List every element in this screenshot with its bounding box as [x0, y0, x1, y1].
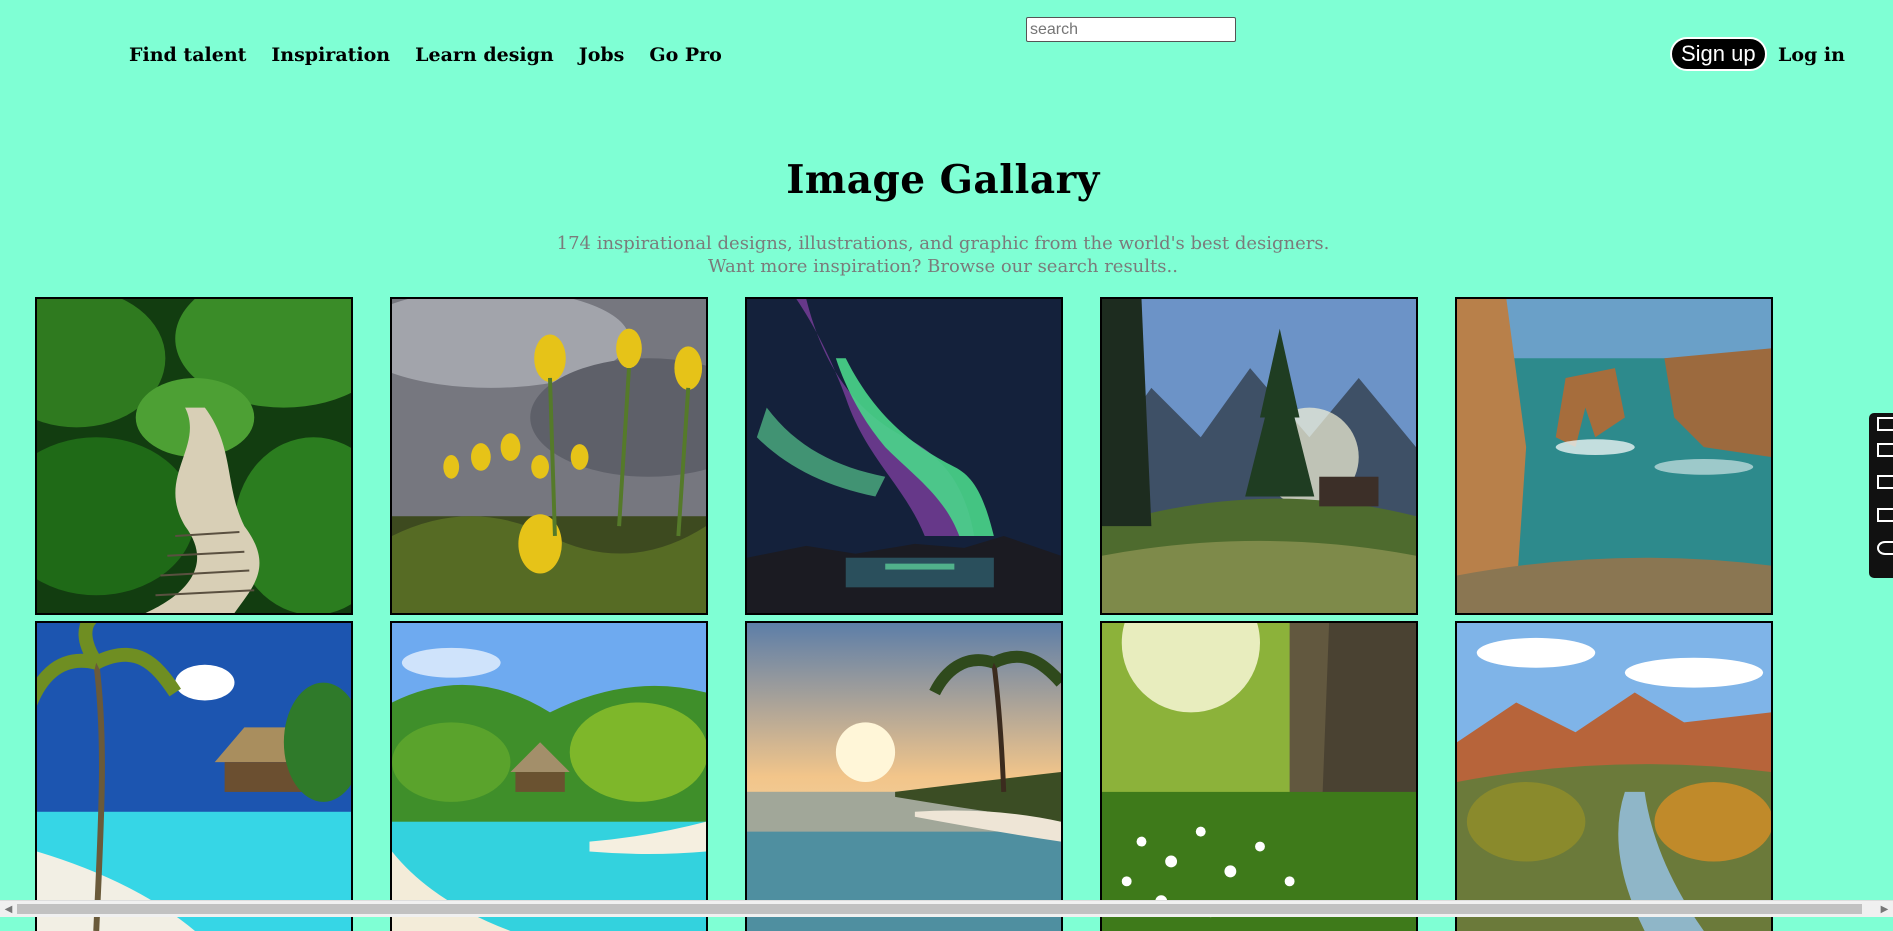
scrollbar-thumb[interactable]	[17, 904, 1862, 914]
nav-go-pro[interactable]: Go Pro	[649, 44, 721, 66]
signup-button[interactable]: Sign up	[1670, 37, 1767, 71]
gallery-image-sunlit-meadow-flowers[interactable]	[1100, 621, 1418, 931]
horizontal-scrollbar[interactable]: ◀ ▶	[0, 900, 1893, 917]
nav-find-talent[interactable]: Find talent	[129, 44, 246, 66]
description-line-2: Want more inspiration? Browse our search…	[708, 256, 1178, 277]
scroll-right-icon[interactable]: ▶	[1876, 901, 1893, 918]
side-toolbar	[1869, 413, 1893, 578]
screen-icon[interactable]	[1877, 508, 1893, 522]
main-nav: Find talent Inspiration Learn design Job…	[129, 44, 722, 66]
gallery-image-mountain-meadow-tree[interactable]	[1100, 297, 1418, 615]
gallery-image-sunset-beach-palms[interactable]	[745, 621, 1063, 931]
search-input[interactable]	[1026, 17, 1236, 42]
gallery-image-lagoon-palm-island[interactable]	[390, 621, 708, 931]
nav-jobs[interactable]: Jobs	[579, 44, 625, 66]
settings-icon[interactable]	[1877, 417, 1893, 431]
scroll-left-icon[interactable]: ◀	[0, 901, 17, 918]
description-line-1: 174 inspirational designs, illustrations…	[556, 233, 1330, 254]
gallery-image-jungle-boardwalk[interactable]	[35, 297, 353, 615]
gallery-image-yellow-tulips[interactable]	[390, 297, 708, 615]
gallery-image-sea-cliffs[interactable]	[1455, 297, 1773, 615]
login-link[interactable]: Log in	[1778, 44, 1845, 66]
nav-learn-design[interactable]: Learn design	[415, 44, 554, 66]
page-description: 174 inspirational designs, illustrations…	[0, 232, 1886, 278]
camera-icon[interactable]	[1877, 443, 1893, 457]
gear-icon[interactable]	[1877, 541, 1893, 555]
page-title: Image Gallary	[786, 157, 1100, 203]
gallery-image-canyon-river[interactable]	[1455, 621, 1773, 931]
gallery-image-tropical-beach-bungalows[interactable]	[35, 621, 353, 931]
window-icon[interactable]	[1877, 475, 1893, 489]
nav-inspiration[interactable]: Inspiration	[271, 44, 390, 66]
gallery-image-northern-lights[interactable]	[745, 297, 1063, 615]
